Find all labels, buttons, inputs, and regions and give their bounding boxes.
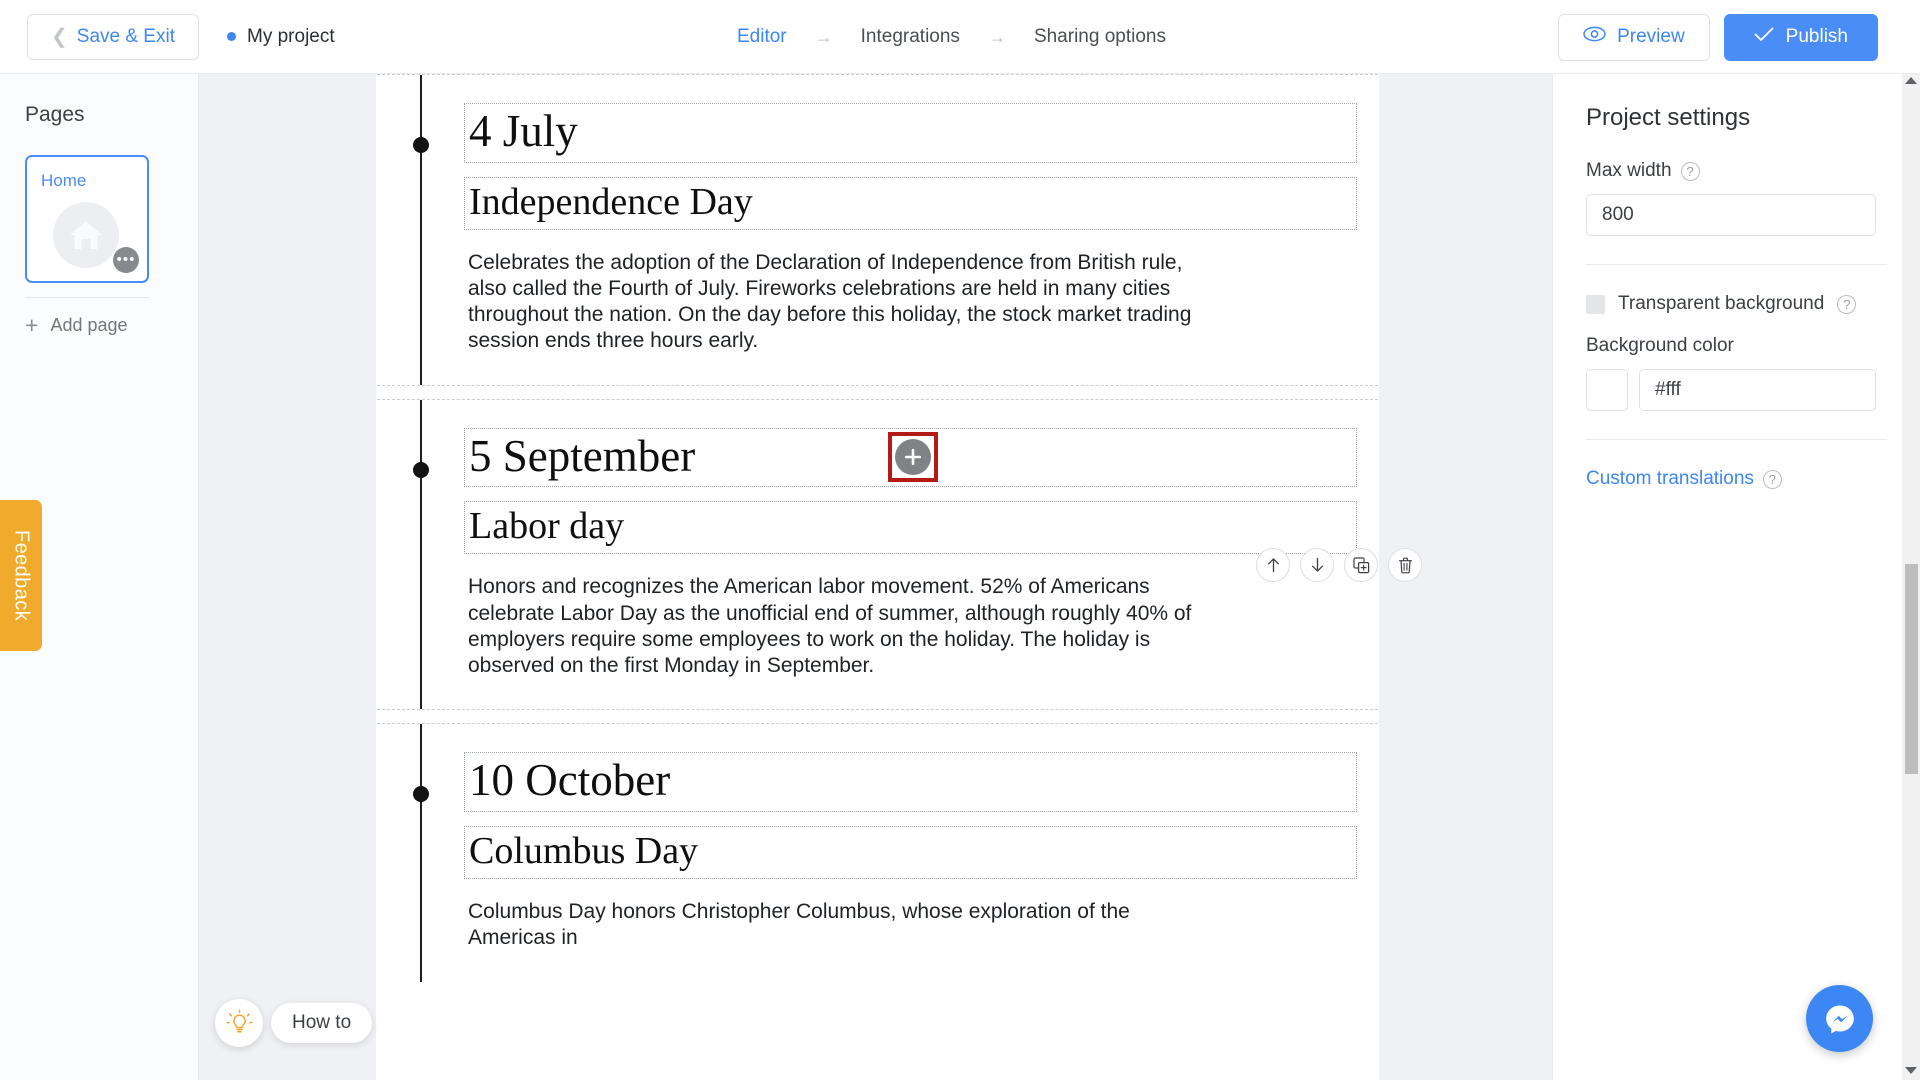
panel-divider: [1586, 264, 1887, 265]
timeline-line: [420, 724, 422, 982]
app-root: ❮ Save & Exit My project Editor → Integr…: [0, 0, 1920, 1080]
block-date-field[interactable]: 10 October: [464, 752, 1357, 813]
project-title: My project: [247, 25, 335, 47]
background-color-label: Background color: [1586, 335, 1734, 356]
scrollbar-thumb[interactable]: [1905, 564, 1918, 774]
copy-icon: [1352, 556, 1369, 573]
custom-translations-section: Custom translations ?: [1553, 468, 1920, 490]
block-title-field[interactable]: Labor day: [464, 501, 1357, 555]
publish-label: Publish: [1785, 26, 1848, 47]
breadcrumb-item-integrations[interactable]: Integrations: [859, 26, 962, 48]
panel-title: Project settings: [1586, 104, 1751, 131]
move-block-up-button[interactable]: [1256, 548, 1290, 582]
delete-block-button[interactable]: [1388, 548, 1422, 582]
question-mark-icon[interactable]: ?: [1762, 469, 1782, 489]
page-card-home[interactable]: Home •••: [25, 155, 149, 283]
scroll-up-arrow-icon[interactable]: [1905, 77, 1917, 84]
block-title-field[interactable]: Independence Day: [464, 176, 1357, 230]
breadcrumb-arrow-icon: →: [814, 27, 833, 47]
background-color-swatch[interactable]: [1586, 369, 1628, 411]
sidebar-divider: [25, 297, 149, 298]
block-body-text[interactable]: Celebrates the adoption of the Declarati…: [464, 244, 1209, 355]
panel-scrollbar[interactable]: [1902, 74, 1920, 1080]
max-width-input[interactable]: 800: [1586, 194, 1876, 236]
breadcrumb-item-editor[interactable]: Editor: [735, 26, 789, 48]
transparent-background-label: Transparent background: [1618, 293, 1825, 314]
timeline-bullet-icon: [413, 137, 429, 153]
project-settings-panel: Project settings Max width ? 800 Transpa…: [1552, 74, 1920, 1080]
scroll-down-arrow-icon[interactable]: [1905, 1067, 1917, 1074]
duplicate-block-button[interactable]: [1344, 548, 1378, 582]
home-icon: [53, 202, 119, 268]
panel-divider: [1586, 439, 1887, 440]
top-actions: Preview Publish: [1558, 0, 1878, 74]
block-body-text[interactable]: Columbus Day honors Christopher Columbus…: [464, 893, 1209, 952]
add-page-label: Add page: [50, 315, 128, 335]
background-color-input[interactable]: #fff: [1639, 369, 1876, 411]
publish-button[interactable]: Publish: [1723, 13, 1878, 61]
page-sheet: 4 July Independence Day Celebrates the a…: [376, 74, 1422, 1080]
block-date-field[interactable]: 4 July: [464, 103, 1357, 163]
max-width-label: Max width: [1586, 160, 1672, 181]
lightbulb-icon[interactable]: [215, 999, 263, 1047]
page-options-ellipsis-icon[interactable]: •••: [113, 247, 139, 273]
custom-translations-label: Custom translations: [1586, 468, 1754, 489]
trash-icon: [1398, 557, 1412, 573]
pages-heading: Pages: [25, 103, 85, 126]
how-to-button[interactable]: How to: [271, 1003, 373, 1043]
plus-icon: +: [25, 312, 39, 338]
timeline-bullet-icon: [413, 786, 429, 803]
block-body-text[interactable]: Honors and recognizes the American labor…: [464, 568, 1209, 679]
arrow-up-icon: [1267, 558, 1279, 573]
eye-icon: [1583, 26, 1606, 48]
block-toolbar: [1256, 548, 1422, 582]
preview-label: Preview: [1617, 26, 1685, 47]
top-bar: ❮ Save & Exit My project Editor → Integr…: [0, 0, 1920, 74]
how-to-widget: How to: [215, 999, 373, 1047]
background-color-row: #fff: [1586, 369, 1887, 411]
max-width-section: Max width ? 800: [1553, 160, 1920, 265]
timeline-line: [420, 399, 422, 710]
transparent-background-checkbox[interactable]: [1586, 294, 1605, 314]
check-icon: [1754, 26, 1774, 48]
page-card-title: Home: [41, 171, 87, 190]
custom-translations-link[interactable]: Custom translations ?: [1586, 468, 1887, 490]
editor-canvas: 4 July Independence Day Celebrates the a…: [199, 74, 1552, 1080]
status-dot-icon: [227, 32, 236, 41]
question-mark-icon[interactable]: ?: [1680, 161, 1700, 181]
content-block[interactable]: 4 July Independence Day Celebrates the a…: [376, 75, 1379, 385]
add-page-button[interactable]: + Add page: [25, 314, 198, 337]
arrow-down-icon: [1311, 557, 1323, 572]
feedback-label: Feedback: [10, 529, 33, 622]
save-and-exit-button[interactable]: ❮ Save & Exit: [27, 13, 199, 60]
content-block[interactable]: 10 October Columbus Day Columbus Day hon…: [376, 724, 1379, 982]
block-title-field[interactable]: Columbus Day: [464, 826, 1357, 880]
messenger-chat-button[interactable]: [1806, 985, 1873, 1052]
messenger-icon: [1825, 1005, 1854, 1033]
breadcrumb-arrow-icon: →: [987, 27, 1006, 47]
how-to-label: How to: [292, 1012, 352, 1033]
preview-button[interactable]: Preview: [1558, 13, 1710, 61]
max-width-label-row: Max width ?: [1586, 160, 1887, 182]
plus-icon: [904, 448, 922, 466]
breadcrumb-item-sharing-options[interactable]: Sharing options: [1032, 26, 1168, 48]
background-section: Transparent background ? Background colo…: [1553, 293, 1920, 440]
add-block-button[interactable]: [895, 439, 931, 475]
content-block[interactable]: 5 September Labor day Honors and recogni…: [376, 399, 1379, 710]
chevron-left-icon: ❮: [51, 25, 68, 48]
timeline-line: [420, 75, 422, 385]
project-name: My project: [227, 26, 335, 48]
move-block-down-button[interactable]: [1300, 548, 1334, 582]
save-and-exit-label: Save & Exit: [76, 25, 175, 47]
feedback-tab[interactable]: Feedback: [0, 500, 42, 651]
breadcrumb: Editor → Integrations → Sharing options: [735, 0, 1168, 74]
question-mark-icon[interactable]: ?: [1837, 294, 1857, 314]
transparent-background-row[interactable]: Transparent background ?: [1586, 293, 1887, 315]
timeline-bullet-icon: [413, 461, 429, 478]
